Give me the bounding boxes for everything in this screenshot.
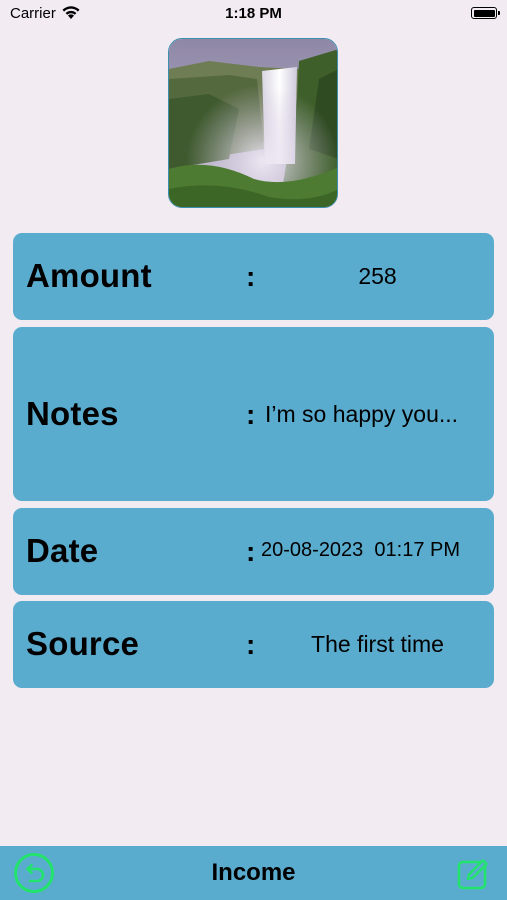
amount-separator: : [246,261,256,292]
amount-row: Amount : 258 [13,233,494,320]
source-row: Source : The first time [13,601,494,688]
status-bar: Carrier 1:18 PM [0,0,507,30]
amount-value: 258 [358,263,397,289]
date-label: Date [26,532,99,569]
waterfall-image [169,39,337,207]
source-value: The first time [311,631,444,657]
battery-icon [471,7,500,19]
source-label: Source [26,625,140,662]
notes-separator: : [246,399,256,430]
edit-square-icon[interactable] [456,857,490,891]
date-separator: : [246,536,256,567]
notes-label: Notes [26,395,119,432]
screen-title: Income [211,859,296,886]
income-photo[interactable] [168,38,338,208]
bottom-bar: Income [0,846,507,900]
date-row: Date : 20-08-2023 01:17 PM [13,508,494,595]
status-time: 1:18 PM [225,5,282,22]
notes-row: Notes : I’m so happy you... [13,327,494,501]
notes-value: I’m so happy you... [265,401,459,427]
amount-label: Amount [26,257,152,294]
source-separator: : [246,629,256,660]
date-value: 20-08-2023 01:17 PM [261,539,461,561]
